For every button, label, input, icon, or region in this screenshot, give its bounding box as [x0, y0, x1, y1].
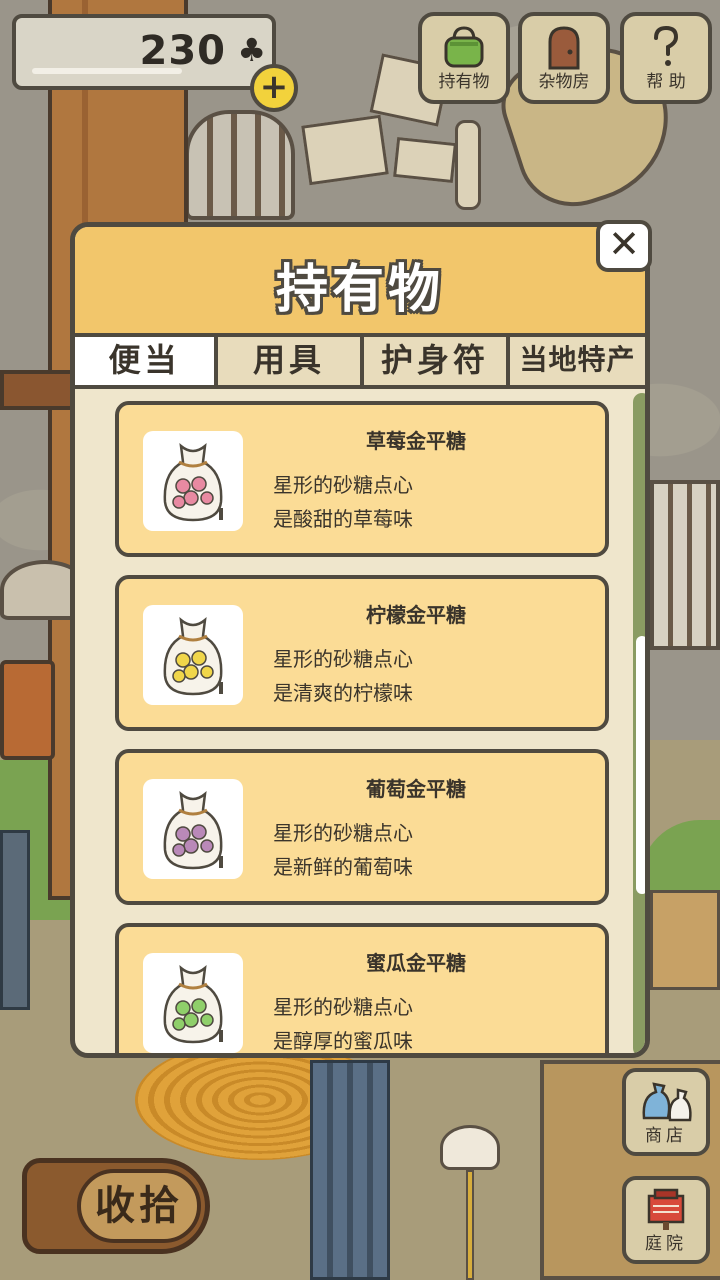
modal-title: 持有物 — [275, 260, 444, 320]
item-description: 星形的砂糖点心 — [273, 995, 413, 1019]
clover-icon: ♣ — [237, 31, 266, 69]
clay-pot — [0, 660, 55, 760]
item-flavor: 是新鲜的葡萄味 — [273, 855, 413, 879]
list-scrollbar[interactable] — [633, 393, 645, 1053]
tab-bar: 便当 用具 护身符 当地特产 — [75, 337, 645, 389]
barred-window-left — [185, 110, 295, 220]
floor-lamp — [430, 1125, 510, 1280]
scrollbar-thumb[interactable] — [636, 636, 645, 894]
list-item[interactable]: 草莓金平糖 星形的砂糖点心 是酸甜的草莓味 — [115, 401, 609, 557]
inventory-modal: 持有物 便当 用具 护身符 当地特产 草莓金平糖 星形的砂糖点心 是酸甜的草莓味… — [70, 222, 650, 1058]
close-button[interactable]: ✕ — [596, 220, 652, 272]
tab-lunch[interactable]: 便当 — [75, 337, 218, 385]
modal-header: 持有物 — [75, 227, 645, 337]
candy-bag-icon — [143, 605, 243, 705]
green-bag-icon — [422, 24, 506, 70]
shop-label: 商店 — [645, 1126, 687, 1146]
tab-charms[interactable]: 护身符 — [364, 337, 510, 385]
yard-button[interactable]: 庭院 — [622, 1176, 710, 1264]
help-label: 帮 助 — [646, 72, 686, 92]
blue-curtain — [310, 1060, 390, 1280]
item-flavor: 是酸甜的草莓味 — [273, 507, 413, 531]
tab-local-specialties[interactable]: 当地特产 — [510, 337, 645, 385]
add-clover-button[interactable]: + — [250, 64, 298, 112]
question-mark-icon — [624, 24, 708, 70]
collect-label: 收拾 — [77, 1169, 201, 1243]
help-button[interactable]: 帮 助 — [620, 12, 712, 104]
item-name: 蜜瓜金平糖 — [366, 951, 466, 975]
clover-counter: 230 ♣ — [12, 14, 276, 90]
basket — [650, 890, 720, 990]
candy-bag-icon — [143, 431, 243, 531]
item-list[interactable]: 草莓金平糖 星形的砂糖点心 是酸甜的草莓味 柠檬金平糖 星形的砂糖点心 是清爽的… — [75, 393, 645, 1053]
item-name: 葡萄金平糖 — [366, 777, 466, 801]
candy-bag-icon — [143, 779, 243, 879]
mailbox-icon — [626, 1186, 706, 1232]
item-description: 星形的砂糖点心 — [273, 647, 413, 671]
door-icon — [522, 24, 606, 70]
shop-button[interactable]: 商店 — [622, 1068, 710, 1156]
stone-block — [0, 830, 30, 1010]
candy-bag-icon — [143, 953, 243, 1053]
item-flavor: 是清爽的柠檬味 — [273, 681, 413, 705]
tab-tools[interactable]: 用具 — [218, 337, 364, 385]
list-item[interactable]: 蜜瓜金平糖 星形的砂糖点心 是醇厚的蜜瓜味 — [115, 923, 609, 1053]
item-name: 柠檬金平糖 — [366, 603, 466, 627]
storeroom-button[interactable]: 杂物房 — [518, 12, 610, 104]
clover-bar — [32, 68, 182, 74]
shop-bags-icon — [626, 1078, 706, 1124]
inventory-label: 持有物 — [438, 72, 490, 92]
list-item[interactable]: 葡萄金平糖 星形的砂糖点心 是新鲜的葡萄味 — [115, 749, 609, 905]
item-description: 星形的砂糖点心 — [273, 473, 413, 497]
barred-window-right — [650, 480, 720, 650]
list-item[interactable]: 柠檬金平糖 星形的砂糖点心 是清爽的柠檬味 — [115, 575, 609, 731]
inventory-button[interactable]: 持有物 — [418, 12, 510, 104]
item-name: 草莓金平糖 — [366, 429, 466, 453]
storeroom-label: 杂物房 — [538, 72, 590, 92]
item-flavor: 是醇厚的蜜瓜味 — [273, 1029, 413, 1053]
item-description: 星形的砂糖点心 — [273, 821, 413, 845]
collect-button[interactable]: 收拾 — [22, 1158, 210, 1254]
yard-label: 庭院 — [645, 1234, 687, 1254]
